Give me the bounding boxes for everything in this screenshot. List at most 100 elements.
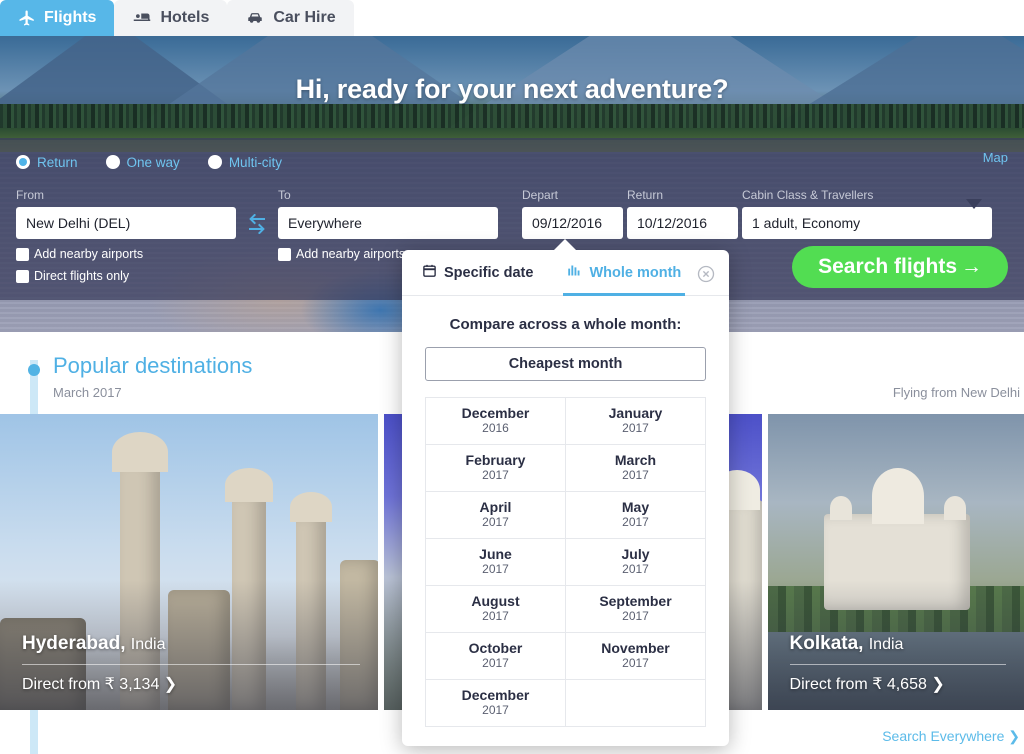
month-name: December xyxy=(462,687,530,703)
search-flights-button[interactable]: Search flights → xyxy=(792,246,1008,288)
cabin-class-select[interactable] xyxy=(742,207,992,239)
bar-chart-icon xyxy=(567,263,582,282)
return-label: Return xyxy=(627,188,742,202)
direct-flights-checkbox[interactable]: Direct flights only xyxy=(16,269,236,283)
tab-hotels[interactable]: Hotels xyxy=(114,0,227,36)
from-label: From xyxy=(16,188,236,202)
card-divider xyxy=(22,664,360,665)
radio-dot xyxy=(106,155,120,169)
month-year: 2017 xyxy=(622,562,649,578)
cabin-label: Cabin Class & Travellers xyxy=(742,188,992,202)
tab-car-hire[interactable]: Car Hire xyxy=(227,0,353,36)
cheapest-month-button[interactable]: Cheapest month xyxy=(425,347,706,381)
trip-type-label: One way xyxy=(127,155,180,170)
month-cell[interactable]: April 2017 xyxy=(426,492,566,539)
popover-heading: Compare across a whole month: xyxy=(402,316,729,333)
card-country: India xyxy=(869,636,904,653)
month-name: October xyxy=(469,640,523,656)
month-name: July xyxy=(621,546,649,562)
month-year: 2017 xyxy=(482,515,509,531)
month-cell[interactable]: October 2017 xyxy=(426,633,566,680)
month-name: September xyxy=(599,593,671,609)
tab-whole-month[interactable]: Whole month xyxy=(563,250,685,296)
month-year: 2017 xyxy=(482,703,509,719)
card-city: Hyderabad, India xyxy=(22,633,360,655)
month-name: March xyxy=(615,452,656,468)
search-flights-label: Search flights xyxy=(818,255,957,279)
month-cell[interactable]: December 2016 xyxy=(426,398,566,445)
section-subtitle: March 2017 xyxy=(53,385,122,400)
card-city: Kolkata, India xyxy=(790,633,1006,655)
card-country: India xyxy=(131,636,166,653)
month-cell[interactable]: December 2017 xyxy=(426,680,566,727)
month-cell[interactable]: September 2017 xyxy=(566,586,706,633)
section-title: Popular destinations xyxy=(53,353,252,379)
month-cell[interactable]: June 2017 xyxy=(426,539,566,586)
card-price: Direct from ₹ 4,658 ❯ xyxy=(790,674,1006,694)
trip-type-multi-city[interactable]: Multi-city xyxy=(208,155,282,170)
checkbox-label: Add nearby airports xyxy=(34,247,143,261)
plane-icon xyxy=(18,9,36,27)
trip-type-return[interactable]: Return xyxy=(16,155,78,170)
from-nearby-checkbox[interactable]: Add nearby airports xyxy=(16,247,236,261)
month-year: 2017 xyxy=(482,468,509,484)
chevron-right-icon: ❯ xyxy=(931,676,944,693)
trip-type-group: Return One way Multi-city xyxy=(16,150,1008,174)
month-year: 2016 xyxy=(482,421,509,437)
from-input[interactable] xyxy=(16,207,236,239)
trip-type-one-way[interactable]: One way xyxy=(106,155,180,170)
month-year: 2017 xyxy=(622,609,649,625)
app-root: Hi, ready for your next adventure? Fligh… xyxy=(0,0,1024,754)
date-picker-popover: Specific date Whole month xyxy=(402,250,729,746)
bed-icon xyxy=(132,9,152,27)
month-name: November xyxy=(601,640,669,656)
month-cell[interactable]: August 2017 xyxy=(426,586,566,633)
search-everywhere-link[interactable]: Search Everywhere ❯ xyxy=(882,728,1020,745)
tab-flights[interactable]: Flights xyxy=(0,0,114,36)
checkbox-label: Add nearby airports xyxy=(296,247,405,261)
page-title: Hi, ready for your next adventure? xyxy=(0,74,1024,105)
checkbox-label: Direct flights only xyxy=(34,269,129,283)
depart-date-input[interactable] xyxy=(522,207,623,239)
flying-from-label: Flying from New Delhi xyxy=(893,385,1020,400)
month-cell[interactable]: May 2017 xyxy=(566,492,706,539)
dome xyxy=(290,492,332,522)
tab-specific-date[interactable]: Specific date xyxy=(418,250,537,296)
tab-label: Flights xyxy=(44,9,96,27)
map-link[interactable]: Map xyxy=(983,150,1008,165)
month-cell[interactable]: February 2017 xyxy=(426,445,566,492)
dome xyxy=(225,468,273,502)
month-cell[interactable]: January 2017 xyxy=(566,398,706,445)
to-input[interactable] xyxy=(278,207,498,239)
swap-airports-button[interactable] xyxy=(236,210,278,242)
month-year: 2017 xyxy=(482,562,509,578)
close-circle-icon[interactable] xyxy=(697,265,715,288)
month-name: August xyxy=(471,593,519,609)
tab-label: Specific date xyxy=(444,265,533,281)
card-city-name: Hyderabad, xyxy=(22,633,125,654)
card-price-label: Direct from ₹ 3,134 xyxy=(22,676,159,693)
card-caption: Kolkata, India Direct from ₹ 4,658 ❯ xyxy=(790,633,1006,694)
checkbox-box xyxy=(16,248,29,261)
from-field-group: From Add nearby airports Direct flights … xyxy=(16,188,236,283)
destination-card-kolkata[interactable]: Kolkata, India Direct from ₹ 4,658 ❯ xyxy=(768,414,1024,710)
destination-card-hyderabad[interactable]: Hyderabad, India Direct from ₹ 3,134 ❯ xyxy=(0,414,378,710)
month-cell[interactable]: July 2017 xyxy=(566,539,706,586)
checkbox-box xyxy=(16,270,29,283)
dome-small xyxy=(944,496,966,520)
tab-label: Whole month xyxy=(589,265,681,281)
dome xyxy=(872,468,924,524)
return-date-input[interactable] xyxy=(627,207,738,239)
chevron-right-icon: ❯ xyxy=(1008,728,1020,744)
chevron-right-icon: ❯ xyxy=(164,676,177,693)
popover-tabs: Specific date Whole month xyxy=(402,250,729,296)
tab-label: Hotels xyxy=(160,9,209,27)
depart-field-group: Depart xyxy=(522,188,627,239)
cabin-field-group: Cabin Class & Travellers xyxy=(742,188,992,239)
month-cell[interactable]: March 2017 xyxy=(566,445,706,492)
trip-type-label: Return xyxy=(37,155,78,170)
month-cell[interactable]: November 2017 xyxy=(566,633,706,680)
month-year: 2017 xyxy=(622,656,649,672)
card-price-label: Direct from ₹ 4,658 xyxy=(790,676,927,693)
month-name: February xyxy=(466,452,526,468)
